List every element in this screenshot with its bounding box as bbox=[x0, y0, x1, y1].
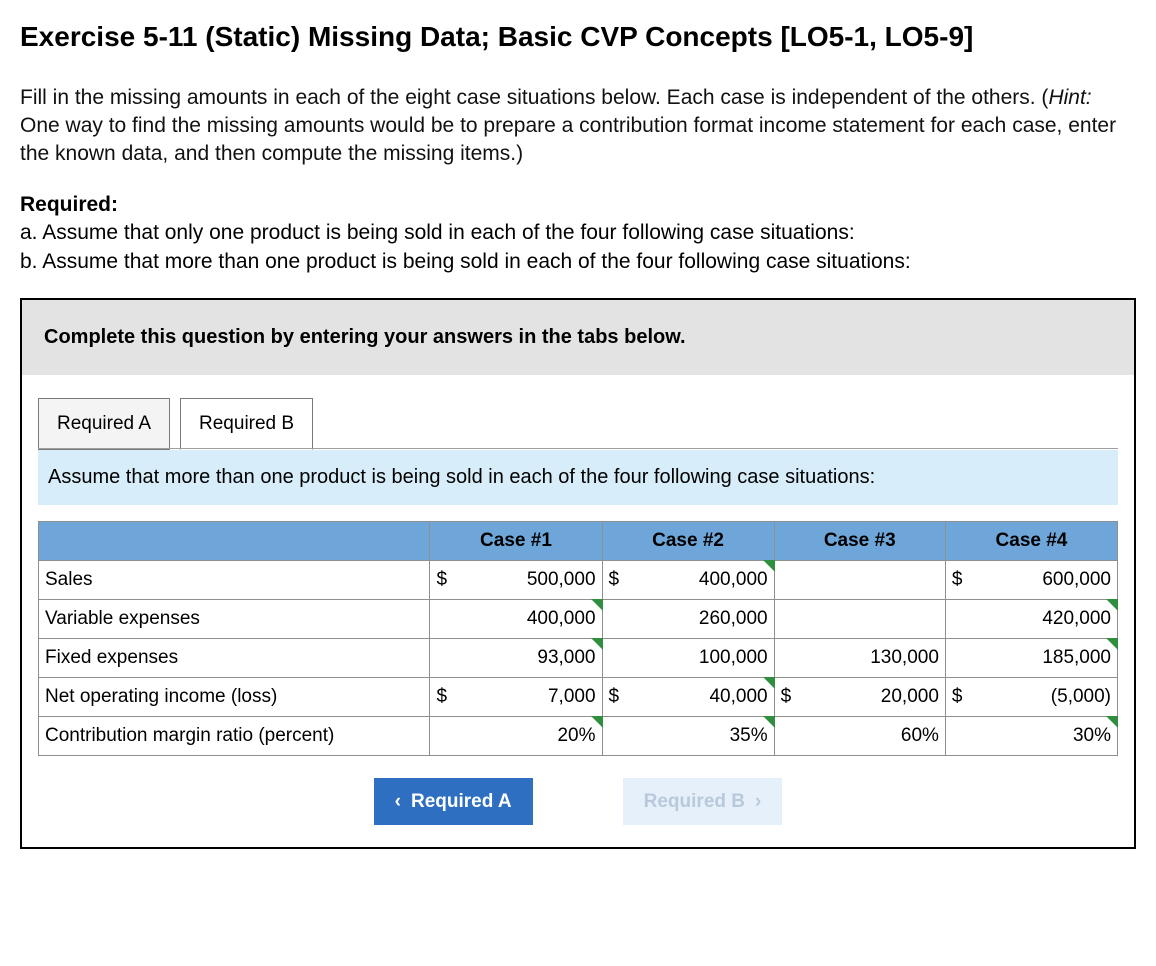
currency-symbol: $ bbox=[436, 684, 447, 710]
col-case-1: Case #1 bbox=[430, 521, 602, 560]
intro-hint: Hint: bbox=[1048, 86, 1091, 109]
cell-value: 185,000 bbox=[956, 645, 1111, 671]
cell-varexp-c3[interactable] bbox=[774, 599, 945, 638]
cell-value: 93,000 bbox=[440, 645, 595, 671]
next-button[interactable]: Required B › bbox=[623, 778, 783, 826]
cell-cmr-c3[interactable]: 60% bbox=[774, 716, 945, 755]
row-label-sales: Sales bbox=[39, 560, 430, 599]
row-label-noi: Net operating income (loss) bbox=[39, 677, 430, 716]
cell-value: 600,000 bbox=[966, 567, 1111, 593]
prev-button-label: Required A bbox=[411, 789, 512, 815]
cell-noi-c4[interactable]: $(5,000) bbox=[945, 677, 1117, 716]
cell-value: 260,000 bbox=[613, 606, 768, 632]
cell-varexp-c2[interactable]: 260,000 bbox=[602, 599, 774, 638]
col-case-4: Case #4 bbox=[945, 521, 1117, 560]
tab-content: Assume that more than one product is bei… bbox=[22, 450, 1134, 848]
answer-panel: Complete this question by entering your … bbox=[20, 298, 1136, 849]
cell-sales-c4[interactable]: $600,000 bbox=[945, 560, 1117, 599]
cell-value: 30% bbox=[956, 723, 1111, 749]
cell-value: 20% bbox=[440, 723, 595, 749]
row-label-varexp: Variable expenses bbox=[39, 599, 430, 638]
required-item-a: a. Assume that only one product is being… bbox=[20, 219, 1136, 247]
row-label-cmr: Contribution margin ratio (percent) bbox=[39, 716, 430, 755]
cell-value: 500,000 bbox=[451, 567, 596, 593]
cell-noi-c2[interactable]: $40,000 bbox=[602, 677, 774, 716]
cell-sales-c3[interactable] bbox=[774, 560, 945, 599]
cell-cmr-c2[interactable]: 35% bbox=[602, 716, 774, 755]
col-case-2: Case #2 bbox=[602, 521, 774, 560]
tab-prompt: Assume that more than one product is bei… bbox=[38, 450, 1118, 505]
row-label-fixed: Fixed expenses bbox=[39, 638, 430, 677]
chevron-right-icon: › bbox=[755, 789, 761, 815]
cell-cmr-c4[interactable]: 30% bbox=[945, 716, 1117, 755]
intro-post: One way to find the missing amounts woul… bbox=[20, 114, 1116, 165]
cell-sales-c1[interactable]: $500,000 bbox=[430, 560, 602, 599]
next-button-label: Required B bbox=[644, 789, 745, 815]
cell-value: (5,000) bbox=[966, 684, 1111, 710]
intro-pre: Fill in the missing amounts in each of t… bbox=[20, 86, 1048, 109]
page-title: Exercise 5-11 (Static) Missing Data; Bas… bbox=[20, 18, 1136, 56]
cell-value: 35% bbox=[613, 723, 768, 749]
currency-symbol: $ bbox=[952, 684, 963, 710]
required-item-b: b. Assume that more than one product is … bbox=[20, 248, 1136, 276]
currency-symbol: $ bbox=[781, 684, 792, 710]
prev-button[interactable]: ‹ Required A bbox=[374, 778, 533, 826]
col-case-3: Case #3 bbox=[774, 521, 945, 560]
tab-required-a[interactable]: Required A bbox=[38, 398, 170, 450]
cell-sales-c2[interactable]: $400,000 bbox=[602, 560, 774, 599]
cell-value: 40,000 bbox=[623, 684, 768, 710]
cell-fixed-c2[interactable]: 100,000 bbox=[602, 638, 774, 677]
table-row: Fixed expenses 93,000 100,000 130,000 18… bbox=[39, 638, 1118, 677]
cell-value: 7,000 bbox=[451, 684, 596, 710]
cell-value: 130,000 bbox=[785, 645, 939, 671]
cell-value: 400,000 bbox=[440, 606, 595, 632]
cell-noi-c1[interactable]: $7,000 bbox=[430, 677, 602, 716]
cell-value: 400,000 bbox=[623, 567, 768, 593]
case-table: Case #1 Case #2 Case #3 Case #4 Sales $5… bbox=[38, 521, 1118, 756]
currency-symbol: $ bbox=[609, 567, 620, 593]
tab-row: Required A Required B bbox=[22, 375, 1134, 449]
cell-fixed-c1[interactable]: 93,000 bbox=[430, 638, 602, 677]
tab-required-b[interactable]: Required B bbox=[180, 398, 313, 450]
cell-noi-c3[interactable]: $20,000 bbox=[774, 677, 945, 716]
table-corner bbox=[39, 521, 430, 560]
currency-symbol: $ bbox=[952, 567, 963, 593]
table-row: Variable expenses 400,000 260,000 420,00… bbox=[39, 599, 1118, 638]
cell-fixed-c4[interactable]: 185,000 bbox=[945, 638, 1117, 677]
table-row: Contribution margin ratio (percent) 20% … bbox=[39, 716, 1118, 755]
cell-varexp-c1[interactable]: 400,000 bbox=[430, 599, 602, 638]
cell-value: 420,000 bbox=[956, 606, 1111, 632]
cell-cmr-c1[interactable]: 20% bbox=[430, 716, 602, 755]
required-heading: Required: bbox=[20, 191, 1136, 219]
cell-value: 20,000 bbox=[795, 684, 939, 710]
intro-text: Fill in the missing amounts in each of t… bbox=[20, 84, 1136, 169]
chevron-left-icon: ‹ bbox=[395, 789, 401, 815]
required-list: a. Assume that only one product is being… bbox=[20, 219, 1136, 276]
currency-symbol: $ bbox=[609, 684, 620, 710]
table-row: Sales $500,000 $400,000 $600,000 bbox=[39, 560, 1118, 599]
table-row: Net operating income (loss) $7,000 $40,0… bbox=[39, 677, 1118, 716]
panel-instruction: Complete this question by entering your … bbox=[22, 300, 1134, 375]
currency-symbol: $ bbox=[436, 567, 447, 593]
cell-fixed-c3[interactable]: 130,000 bbox=[774, 638, 945, 677]
cell-value: 60% bbox=[785, 723, 939, 749]
cell-varexp-c4[interactable]: 420,000 bbox=[945, 599, 1117, 638]
nav-row: ‹ Required A Required B › bbox=[38, 778, 1118, 830]
tab-underline bbox=[38, 448, 1118, 449]
cell-value: 100,000 bbox=[613, 645, 768, 671]
